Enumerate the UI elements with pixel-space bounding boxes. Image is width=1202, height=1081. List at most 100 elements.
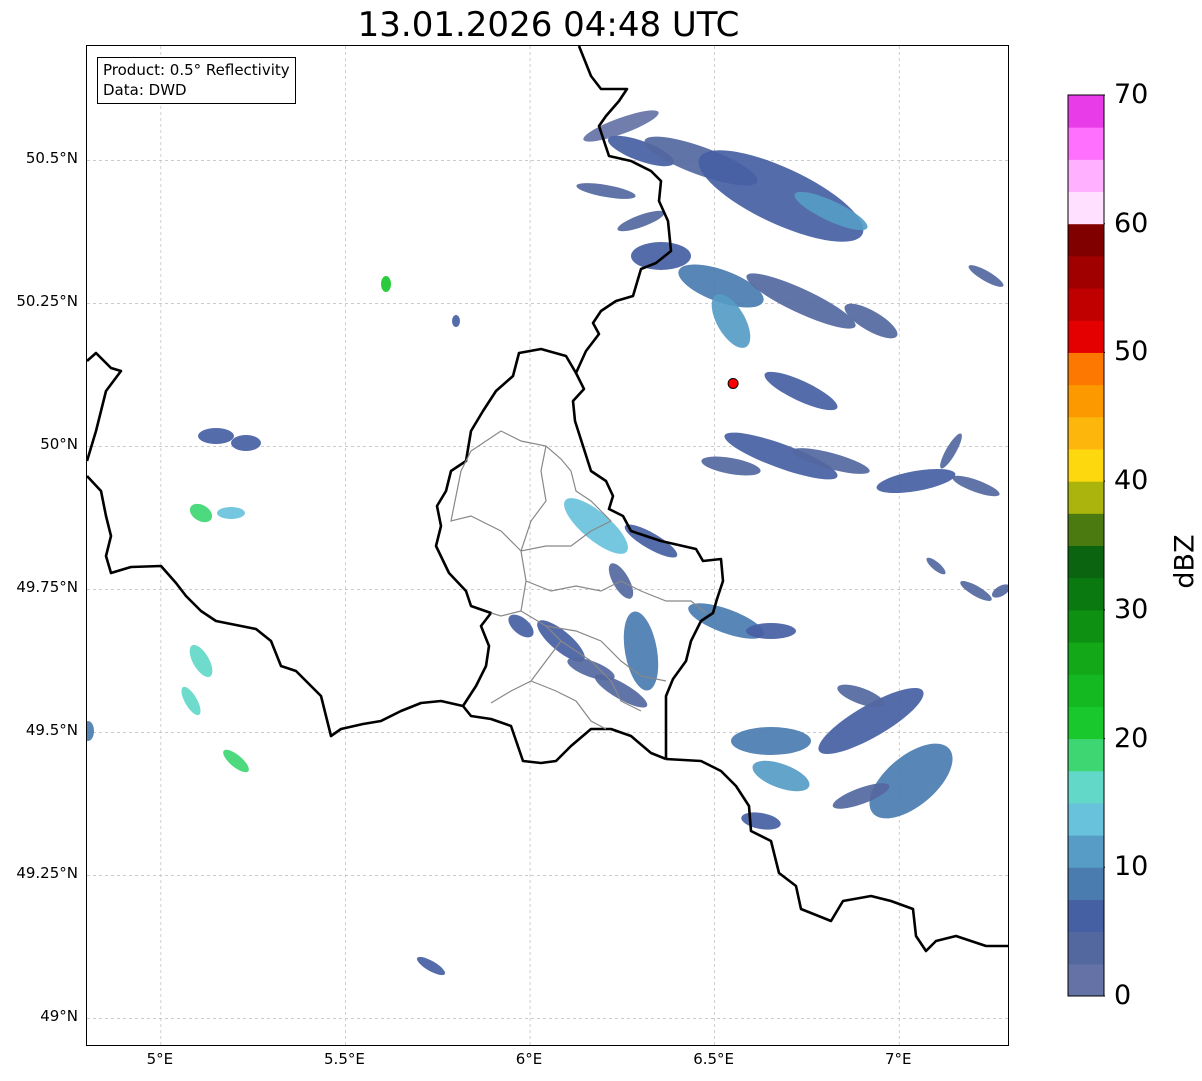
data-source-label: Data: DWD [103,81,187,99]
colorbar-segment [1068,223,1104,257]
colorbar-segment [1068,706,1104,740]
colorbar-segment [1068,802,1104,836]
colorbar-tick-label: 50 [1114,336,1149,368]
radar-echo [688,603,764,639]
product-info-box: Product: 0.5° Reflectivity Data: DWD [97,57,296,104]
lat-tick-label: 49°N [40,1007,78,1026]
colorbar-segment [1068,191,1104,225]
radar-echo [764,371,838,411]
radar-echo [217,507,245,519]
colorbar-tick-label: 60 [1114,207,1149,239]
colorbar-segment [1068,545,1104,579]
radar-echo [623,611,659,691]
map-panel[interactable] [86,45,1009,1046]
admin-borders [450,430,707,730]
country-border-line [87,351,123,462]
radar-echo [564,498,628,554]
colorbar-segment [1068,770,1104,804]
colorbar-segment [1068,95,1104,128]
lon-tick-label: 7°E [884,1050,912,1068]
lon-tick-label: 6°E [515,1050,543,1068]
colorbar-segment [1068,352,1104,386]
radar-echo [181,686,201,716]
radar-echo [223,749,249,773]
radar-echo [960,581,992,601]
lat-tick-label: 49.25°N [16,864,78,883]
colorbar-segment [1068,963,1104,997]
colorbar-segment [1068,288,1104,321]
colorbar-segment [1068,899,1104,933]
colorbar-segment [1068,609,1104,643]
radar-echo [731,727,811,755]
country-border-line [461,705,667,765]
colorbar-segment [1068,513,1104,546]
radar-echo [576,183,636,199]
radar-echoes [87,110,1008,976]
lat-tick-label: 50°N [40,435,78,454]
radar-echo [189,503,213,523]
colorbar-tick-label: 10 [1114,851,1149,883]
admin-border-line [530,680,607,730]
colorbar-segment [1068,159,1104,193]
radar-echo [416,956,446,976]
radar-echo [926,557,946,575]
radar-echo [624,524,678,558]
colorbar-segment [1068,738,1104,772]
radar-echo [869,743,953,819]
country-border-line [665,757,1008,953]
radar-echo [198,428,234,444]
lon-tick-label: 6.5°E [693,1050,735,1068]
radar-echo [837,684,885,708]
colorbar-tick-label: 20 [1114,722,1149,754]
radar-echo [381,276,391,292]
colorbar-segment [1068,127,1104,160]
colorbar-label: dBZ [1169,534,1201,589]
radar-echo [189,644,213,678]
radar-echo [452,315,460,327]
colorbar-tick-label: 70 [1114,79,1149,110]
map-title: 13.01.2026 04:48 UTC [357,5,740,45]
colorbar-segment [1068,577,1104,611]
lat-tick-label: 49.75°N [16,578,78,597]
lat-tick-label: 49.5°N [25,721,78,740]
colorbar-segment [1068,642,1104,675]
colorbar-segment [1068,320,1104,353]
radar-echo [617,210,665,232]
radar-site-marker [727,377,739,389]
colorbar-tick-label: 40 [1114,465,1149,497]
radar-echo [991,584,1008,598]
country-borders [87,46,1008,953]
colorbar-tick-label: 30 [1114,593,1149,625]
radar-echo [508,614,534,638]
radar-echo [87,721,94,741]
lon-tick-label: 5.5°E [324,1050,365,1068]
lat-tick-label: 50.5°N [25,149,78,168]
radar-echo [631,242,691,270]
radar-echo [940,433,962,469]
colorbar-segment [1068,416,1104,450]
colorbar-segment [1068,255,1104,289]
colorbar-segment [1068,448,1104,482]
colorbar-segment [1068,481,1104,514]
colorbar-tick-label: 0 [1114,980,1132,1011]
colorbar-segment [1068,931,1104,965]
colorbar-segment [1068,835,1104,868]
radar-echo [968,265,1004,287]
radar-echo [741,812,781,830]
country-border-line [87,475,464,738]
colorbar [1067,94,1105,997]
admin-border-line [490,445,547,617]
lat-tick-label: 50.25°N [16,292,78,311]
radar-echo [698,150,864,242]
colorbar-segment [1068,674,1104,707]
radar-map[interactable] [87,46,1009,1046]
country-border-line [434,347,578,707]
colorbar-segment [1068,384,1104,418]
radar-echo [231,435,261,451]
radar-echo [952,475,1000,497]
colorbar-segment [1068,867,1104,900]
product-label: Product: 0.5° Reflectivity [103,61,290,79]
lon-tick-label: 5°E [146,1050,174,1068]
radar-echo [876,468,956,494]
radar-echo [752,760,810,792]
